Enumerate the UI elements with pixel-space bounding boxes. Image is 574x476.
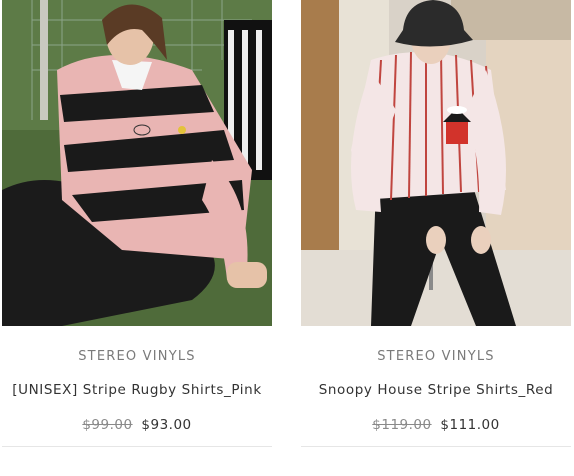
product-image[interactable] [301, 0, 571, 326]
product-card[interactable]: STEREO VINYLS [UNISEX] Stripe Rugby Shir… [2, 0, 272, 476]
product-price: $119.00 $111.00 [301, 417, 571, 433]
product-brand[interactable]: STEREO VINYLS [2, 349, 272, 364]
product-card[interactable]: STEREO VINYLS Snoopy House Stripe Shirts… [301, 0, 571, 476]
product-grid: STEREO VINYLS [UNISEX] Stripe Rugby Shir… [0, 0, 574, 476]
original-price: $119.00 [372, 417, 432, 433]
product-brand[interactable]: STEREO VINYLS [301, 349, 571, 364]
product-price: $99.00 $93.00 [2, 417, 272, 433]
sale-price: $111.00 [440, 417, 500, 433]
divider [301, 446, 571, 447]
product-title[interactable]: [UNISEX] Stripe Rugby Shirts_Pink [2, 382, 272, 398]
original-price: $99.00 [82, 417, 133, 433]
product-image[interactable] [2, 0, 272, 326]
divider [2, 446, 272, 447]
product-title[interactable]: Snoopy House Stripe Shirts_Red [301, 382, 571, 398]
sale-price: $93.00 [141, 417, 192, 433]
